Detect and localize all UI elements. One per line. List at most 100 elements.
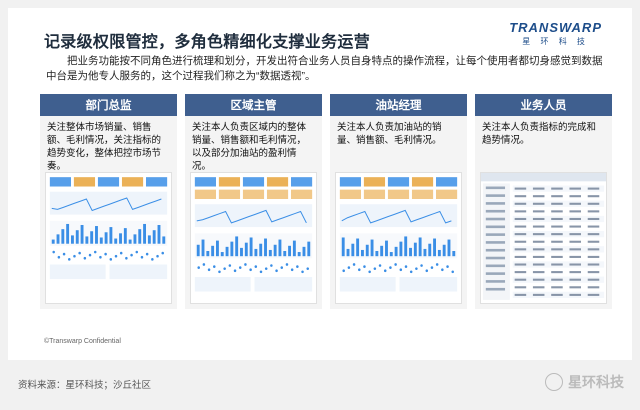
bar-mark — [104, 232, 108, 244]
bar-mark — [292, 240, 296, 257]
bar-mark — [133, 234, 137, 244]
thumbnail-canvas — [194, 177, 313, 292]
bar-mark — [423, 248, 427, 257]
scatter-point — [285, 263, 289, 266]
intro-paragraph: 把业务功能按不同角色进行梳理和划分，开发出符合业务人员自身特点的操作流程，让每个… — [46, 55, 603, 82]
scatter-point — [399, 268, 403, 272]
kpi-tile — [411, 177, 434, 187]
chart-panel — [194, 204, 313, 228]
tree-item — [485, 272, 506, 275]
bar-mark — [206, 251, 210, 257]
scatter-point — [104, 252, 107, 256]
role-card-station-manager: 油站经理 关注本人负责加油站的销量、销售额、毛利情况。 — [330, 94, 467, 309]
scatter-point — [373, 267, 377, 271]
scatter-point — [125, 256, 128, 260]
slide-title: 记录级权限管控，多角色精细化支撑业务运营 — [44, 34, 371, 51]
kpi-tile — [194, 189, 216, 199]
bar-mark — [201, 239, 205, 257]
kpi-tile — [49, 177, 71, 187]
table-cell — [514, 240, 527, 243]
table-cell — [587, 195, 600, 198]
table-cell — [587, 202, 600, 205]
bar-mark — [437, 249, 441, 257]
kpi-tile — [339, 189, 361, 199]
scatter-point — [270, 264, 273, 267]
bar-mark — [230, 241, 234, 257]
chart-panel — [399, 277, 458, 292]
table-cell — [551, 225, 563, 228]
table-cell — [569, 255, 581, 258]
scatter-point — [358, 268, 361, 272]
bar-mark — [385, 240, 388, 257]
bar-mark — [109, 227, 113, 244]
table-cell — [587, 210, 600, 213]
chart-panel — [49, 264, 106, 280]
chart-panel — [194, 277, 251, 292]
scatter-point — [301, 270, 304, 274]
source-caption: 资料来源：星环科技；沙丘社区 — [18, 380, 152, 391]
bar-mark — [220, 252, 224, 257]
tree-item — [485, 287, 506, 291]
bar-mark — [389, 252, 393, 257]
bar-mark — [90, 231, 94, 244]
table-cell — [514, 233, 527, 236]
bar-mark — [196, 244, 200, 257]
chart-panel — [254, 277, 313, 292]
kpi-tile — [266, 189, 289, 199]
scatter-point — [368, 270, 371, 274]
table-cell — [514, 271, 527, 274]
bar-mark — [147, 235, 151, 244]
kpi-tile — [266, 177, 289, 187]
table-cell — [532, 202, 545, 205]
tree-item — [485, 233, 506, 236]
scatter-point — [207, 268, 211, 272]
bar-mark — [447, 239, 451, 257]
scatter-point — [68, 257, 71, 261]
kpi-tile — [194, 177, 216, 187]
bar-mark — [365, 244, 369, 257]
scatter-point — [140, 255, 144, 259]
table-cell — [587, 187, 600, 190]
bar-mark — [85, 236, 89, 244]
thumbnail-canvas — [481, 173, 606, 300]
thumbnail-canvas — [339, 177, 458, 292]
tree-item — [485, 264, 506, 268]
table-cell — [587, 286, 600, 289]
table-cell — [587, 233, 600, 236]
watermark: 星环科技 — [545, 372, 624, 392]
table-cell — [587, 217, 600, 221]
bar-mark — [254, 248, 258, 257]
scatter-point — [280, 266, 284, 269]
kpi-tile — [73, 177, 96, 187]
table-cell — [551, 210, 563, 213]
bar-mark — [157, 225, 161, 244]
kpi-tile — [291, 189, 313, 199]
table-cell — [532, 225, 545, 228]
table-cell — [514, 255, 527, 258]
bar-mark — [162, 236, 166, 244]
bar-mark — [302, 246, 306, 257]
scatter-point — [202, 263, 206, 266]
table-cell — [569, 210, 581, 213]
chart-panel — [339, 204, 458, 228]
scatter-point — [78, 251, 81, 255]
table-cell — [587, 263, 600, 266]
scatter-point — [119, 251, 123, 255]
table-cell — [569, 248, 581, 251]
bar-mark — [375, 251, 379, 257]
bar-mark — [61, 229, 65, 244]
table-cell — [532, 210, 545, 213]
table-cell — [551, 202, 563, 205]
bar-mark — [80, 225, 84, 244]
kpi-tile — [363, 177, 386, 187]
kpi-tile — [411, 189, 434, 199]
dashboard-screenshot — [190, 172, 317, 304]
watermark-text: 星环科技 — [568, 374, 624, 390]
scatter-point — [347, 266, 351, 269]
kpi-tile — [242, 177, 265, 187]
table-cell — [551, 255, 563, 258]
table-cell — [551, 187, 563, 190]
scatter-point — [383, 269, 387, 273]
card-title: 业务人员 — [475, 94, 612, 116]
bar-mark — [370, 239, 374, 257]
